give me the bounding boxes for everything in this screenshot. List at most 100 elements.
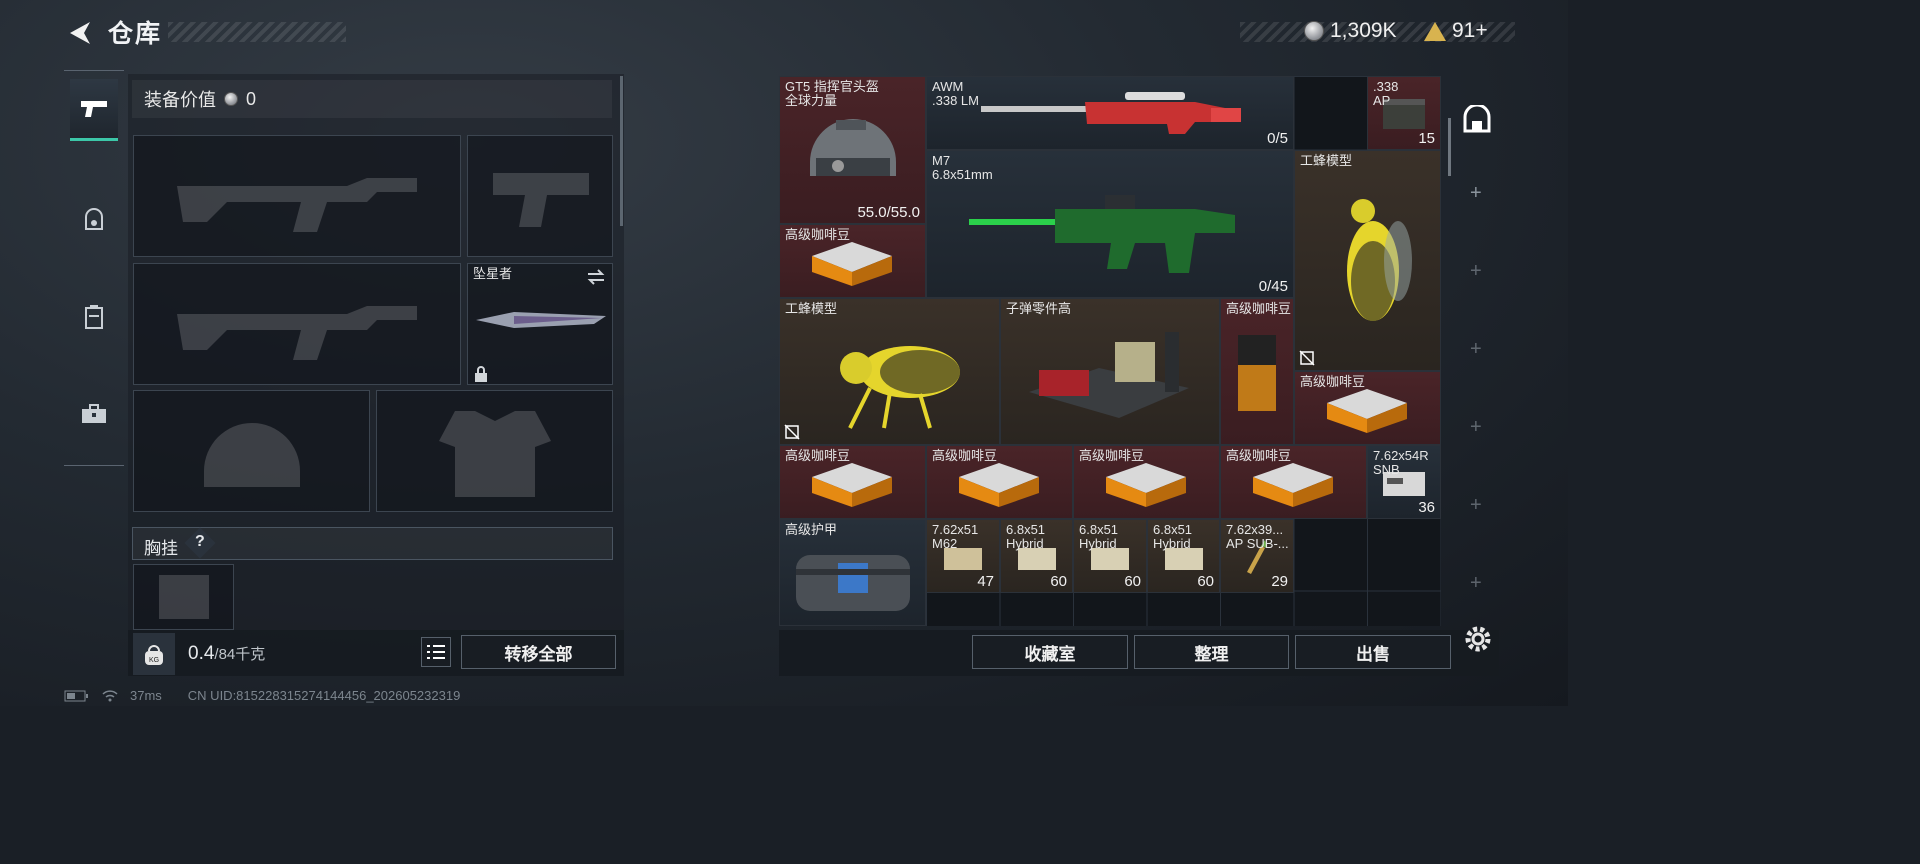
melee-slot[interactable]: 坠星者 (467, 263, 613, 385)
knife-icon (476, 312, 606, 328)
item-awm[interactable]: AWM .338 LM 0/5 (926, 76, 1294, 150)
item-ammo-762x54r[interactable]: 7.62x54R SNB 36 (1367, 445, 1441, 519)
item-338-ap[interactable]: .338 AP 15 (1367, 76, 1441, 150)
stash-grid: GT5 指挥官头盔 全球力量 55.0/55.0 AWM .338 LM 0/5… (779, 76, 1441, 626)
item-bullet-parts[interactable]: 子弹零件高 (1000, 298, 1220, 445)
page-title: 仓库 (108, 20, 163, 48)
secondary-weapon-slot[interactable] (133, 263, 461, 385)
item-name: GT5 指挥官头盔 全球力量 (785, 79, 879, 108)
rifle-silhouette-icon (134, 264, 460, 384)
item-helmet[interactable]: GT5 指挥官头盔 全球力量 55.0/55.0 (779, 76, 926, 224)
ping-readout: 37ms (130, 688, 162, 703)
no-trade-icon (1299, 350, 1315, 366)
helmet-silhouette-icon (134, 391, 369, 511)
primary-weapon-slot[interactable] (133, 135, 461, 257)
add-stash-tab-icon[interactable]: + (1470, 260, 1482, 283)
add-stash-tab-icon[interactable]: + (1470, 338, 1482, 361)
bullet-parts-icon (1001, 299, 1219, 444)
add-stash-tab-icon[interactable]: + (1470, 572, 1482, 595)
sniper-rifle-icon (927, 77, 1293, 149)
item-name: 7.62x54R SNB (1373, 448, 1429, 477)
equipment-value-label: 装备价值 (144, 90, 216, 110)
bee-model-icon (1295, 151, 1440, 370)
item-ammo-68x51[interactable]: 6.8x51 Hybrid 60 (1000, 519, 1073, 593)
item-armor-bag[interactable]: 高级护甲 (779, 519, 926, 626)
rail-tab-weapons[interactable] (70, 79, 118, 141)
item-coffee[interactable]: 高级咖啡豆 (926, 445, 1073, 519)
item-name: 工蜂模型 (785, 301, 838, 316)
coin-icon (1304, 21, 1324, 41)
no-trade-icon (784, 424, 800, 440)
item-name: 高级咖啡豆 (1226, 301, 1292, 316)
pistol-icon (81, 100, 107, 117)
stash-tabs-rail: + + + + + + (1454, 86, 1500, 616)
body-armor-slot[interactable] (376, 390, 613, 512)
item-name: 高级咖啡豆 (932, 448, 998, 463)
warehouse-icon (1463, 105, 1491, 133)
weight-value: 0.4 (188, 643, 215, 664)
uid-readout: CN UID:815228315274144456_202605232319 (187, 688, 461, 703)
item-coffee[interactable]: 高级咖啡豆 (1294, 371, 1441, 445)
rail-tab-case[interactable] (70, 383, 118, 445)
item-count: 47 (977, 573, 994, 590)
currency-silver: 1,309K (1304, 19, 1397, 43)
stash-scrollbar[interactable] (1448, 118, 1451, 176)
item-name: 7.62x51 M62 (932, 522, 979, 551)
add-stash-tab-icon[interactable]: + (1470, 182, 1482, 205)
bee-model-icon (780, 299, 999, 444)
sell-button[interactable]: 出售 (1295, 635, 1451, 669)
list-icon (427, 645, 445, 659)
item-ammo-68x51[interactable]: 6.8x51 Hybrid 60 (1073, 519, 1147, 593)
pistol-slot[interactable] (467, 135, 613, 257)
list-view-button[interactable] (421, 637, 451, 667)
helmet-slot[interactable] (133, 390, 370, 512)
kettlebell-icon: KG (145, 645, 163, 665)
back-arrow-icon[interactable] (62, 16, 96, 50)
header-decoration (168, 22, 346, 42)
item-name: 高级咖啡豆 (1226, 448, 1292, 463)
weight-icon-box: KG (133, 633, 175, 675)
item-ammo-762x39[interactable]: 7.62x39... AP SUB-... 29 (1220, 519, 1294, 593)
swap-icon[interactable] (586, 268, 606, 286)
item-name: 6.8x51 Hybrid (1079, 522, 1119, 551)
item-count: 60 (1124, 573, 1141, 590)
item-count: 15 (1418, 130, 1435, 147)
item-name: M7 6.8x51mm (932, 153, 993, 182)
item-coffee[interactable]: 高级咖啡豆 (779, 224, 926, 298)
sort-button[interactable]: 整理 (1134, 635, 1289, 669)
chest-rig-slot[interactable] (133, 564, 234, 630)
item-name: 6.8x51 Hybrid (1153, 522, 1193, 551)
item-bee-model[interactable]: 工蜂模型 (1294, 150, 1441, 371)
item-bee-model[interactable]: 工蜂模型 (779, 298, 1000, 445)
rail-tab-helmet[interactable] (70, 189, 118, 251)
collection-button[interactable]: 收藏室 (972, 635, 1128, 669)
item-name: 6.8x51 Hybrid (1006, 522, 1046, 551)
item-m7[interactable]: M7 6.8x51mm 0/45 (926, 150, 1294, 298)
item-coffee[interactable]: 高级咖啡豆 (779, 445, 926, 519)
transfer-all-button[interactable]: 转移全部 (461, 635, 616, 669)
item-count: 29 (1271, 573, 1288, 590)
item-count: 60 (1197, 573, 1214, 590)
armor-silhouette-icon (377, 391, 612, 511)
item-name: 高级咖啡豆 (1300, 374, 1366, 389)
rail-tab-vest[interactable] (70, 286, 118, 348)
item-coffee-bag[interactable]: 高级咖啡豆 (1220, 298, 1294, 445)
stash-tab-main[interactable] (1454, 94, 1500, 144)
item-ammo-68x51[interactable]: 6.8x51 Hybrid 60 (1147, 519, 1220, 593)
item-ammo-762x51[interactable]: 7.62x51 M62 47 (926, 519, 1000, 593)
equipment-scrollbar[interactable] (620, 76, 623, 226)
chest-rig-label: 胸挂 (144, 539, 178, 558)
currency-gold[interactable]: 91+ (1424, 19, 1488, 43)
equipment-value-amount: 0 (246, 88, 257, 109)
item-coffee[interactable]: 高级咖啡豆 (1073, 445, 1220, 519)
item-coffee[interactable]: 高级咖啡豆 (1220, 445, 1367, 519)
weight-readout: 0.4/84千克 (188, 643, 265, 665)
weight-capacity: /84千克 (214, 646, 266, 663)
add-stash-tab-icon[interactable]: + (1470, 494, 1482, 517)
melee-name: 坠星者 (473, 266, 513, 281)
battery-icon (64, 690, 88, 701)
gear-icon[interactable] (1463, 624, 1493, 654)
help-icon: ? (195, 533, 205, 550)
item-name: 高级咖啡豆 (1079, 448, 1145, 463)
add-stash-tab-icon[interactable]: + (1470, 416, 1482, 439)
